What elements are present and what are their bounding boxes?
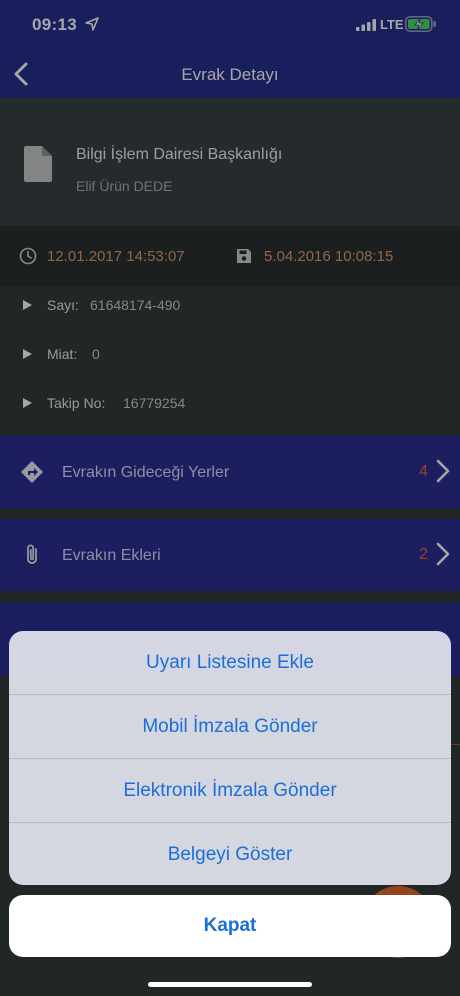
send-mobile-signature-button[interactable]: Mobil İmzala Gönder xyxy=(9,695,451,758)
document-detail-screen: 09:13 LTE Evrak Detayı Bilgi İşlem Daire… xyxy=(0,0,460,996)
close-button[interactable]: Kapat xyxy=(9,895,451,957)
home-indicator[interactable] xyxy=(148,982,312,987)
add-to-warning-list-button[interactable]: Uyarı Listesine Ekle xyxy=(9,631,451,694)
action-sheet: Uyarı Listesine Ekle Mobil İmzala Gönder… xyxy=(9,631,451,885)
send-electronic-signature-button[interactable]: Elektronik İmzala Gönder xyxy=(9,759,451,822)
show-document-button[interactable]: Belgeyi Göster xyxy=(9,823,451,885)
